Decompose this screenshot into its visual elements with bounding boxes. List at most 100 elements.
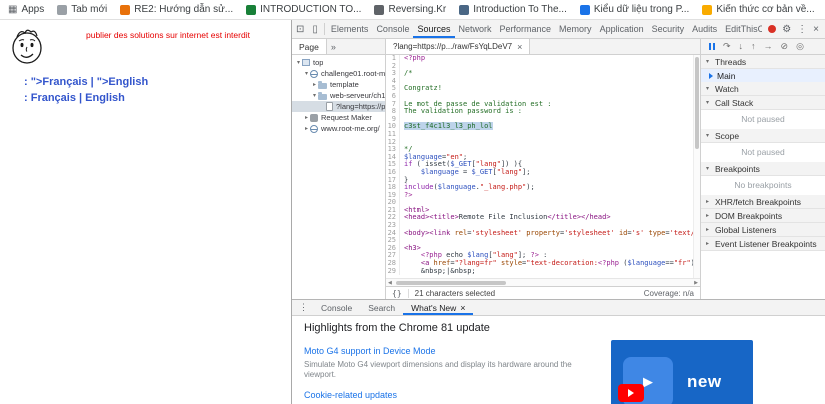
section-arrow-icon: ▸: [706, 240, 712, 247]
whats-new-close-icon[interactable]: ×: [460, 303, 465, 313]
tree-item-web-serveur-ch13[interactable]: ▾web-serveur/ch13: [292, 90, 385, 101]
tree-item-lang-https-pastebin-co[interactable]: ?lang=https://pastebin.co: [292, 101, 385, 112]
code-line-content[interactable]: <?php: [400, 55, 425, 63]
section-label: XHR/fetch Breakpoints: [715, 197, 801, 207]
devtools-close-icon[interactable]: ×: [813, 24, 819, 35]
whats-new-panel: Highlights from the Chrome 81 update Mot…: [292, 316, 825, 404]
thread-item-main[interactable]: Main: [701, 69, 825, 82]
code-line-content[interactable]: [400, 131, 404, 139]
section-arrow-icon: ▸: [706, 226, 712, 233]
scroll-right-icon[interactable]: ▶: [692, 280, 700, 286]
bookmark-item[interactable]: RE2: Hướng dẫn sử...: [120, 4, 233, 15]
code-line-content[interactable]: &nbsp;|&nbsp;: [400, 268, 476, 276]
navigator-tab-page[interactable]: Page: [292, 39, 327, 54]
devtools-tab-memory[interactable]: Memory: [555, 20, 596, 38]
code-line-content[interactable]: <head><title>Remote File Inclusion</titl…: [400, 214, 611, 222]
scroll-left-icon[interactable]: ◀: [386, 280, 394, 286]
file-tab[interactable]: ?lang=https://p.../raw/FsYqLDeV7 ×: [386, 39, 530, 54]
section-header-breakpoints[interactable]: ▾Breakpoints: [701, 162, 825, 176]
apps-shortcut[interactable]: ▦ Apps: [8, 4, 44, 15]
language-links-line1[interactable]: : ">Français | ">English: [24, 76, 148, 88]
tree-arrow-icon: ▸: [303, 125, 310, 132]
code-line-content[interactable]: ?>: [400, 192, 412, 200]
section-header-xhr-fetch-breakpoints[interactable]: ▸XHR/fetch Breakpoints: [701, 195, 825, 209]
horizontal-scroll-thumb[interactable]: [396, 281, 506, 285]
section-header-threads[interactable]: ▾Threads: [701, 55, 825, 69]
devtools-tab-performance[interactable]: Performance: [496, 20, 556, 38]
code-line-content[interactable]: $language = $_GET["lang"];: [400, 169, 530, 177]
globe-icon: [310, 70, 318, 78]
step-into-icon[interactable]: ↓: [739, 42, 744, 51]
bookmark-label: Tab mới: [71, 4, 107, 15]
step-icon[interactable]: →: [764, 42, 773, 51]
code-line-content[interactable]: Congratz!: [400, 85, 442, 93]
code-line-content[interactable]: The validation password is :: [400, 108, 522, 116]
pause-on-exceptions-icon[interactable]: ◎: [796, 42, 804, 51]
device-toolbar-icon[interactable]: ▯: [308, 20, 322, 38]
devtools-tab-editthiscookie[interactable]: EditThisCookie: [721, 20, 762, 38]
section-header-dom-breakpoints[interactable]: ▸DOM Breakpoints: [701, 209, 825, 223]
section-header-event-listener-breakpoints[interactable]: ▸Event Listener Breakpoints: [701, 237, 825, 251]
bookmark-item[interactable]: Introduction To The...: [459, 4, 567, 15]
drawer-menu-icon[interactable]: ⋮: [294, 302, 313, 313]
devtools-tab-elements[interactable]: Elements: [327, 20, 373, 38]
step-out-icon[interactable]: ↑: [751, 42, 756, 51]
editor-vertical-scrollbar[interactable]: [693, 55, 700, 278]
devtools-tab-application[interactable]: Application: [596, 20, 648, 38]
drawer-tab-what-s-new[interactable]: What's New×: [403, 300, 473, 315]
code-line-content[interactable]: c3st_f4c1l3_l3_ph_lol: [400, 123, 493, 131]
section-header-global-listeners[interactable]: ▸Global Listeners: [701, 223, 825, 237]
tree-item-www-root-me-org[interactable]: ▸www.root-me.org/: [292, 123, 385, 134]
inspect-element-icon[interactable]: ⊡: [292, 20, 308, 38]
code-line-content[interactable]: /*: [400, 70, 412, 78]
more-navigator-tabs-icon[interactable]: »: [327, 42, 340, 52]
devtools-drawer: ⋮ ConsoleSearchWhat's New× Highlights fr…: [292, 299, 825, 404]
devtools-tab-sources[interactable]: Sources: [413, 20, 454, 38]
tree-item-top[interactable]: ▾top: [292, 57, 385, 68]
line-number[interactable]: 29: [386, 268, 400, 276]
devtools-tab-security[interactable]: Security: [648, 20, 689, 38]
code-line-content[interactable]: <body><link rel='stylesheet' property='s…: [400, 230, 693, 238]
devtools-menu-icon[interactable]: ⋮: [797, 24, 807, 35]
devtools-tab-audits[interactable]: Audits: [688, 20, 721, 38]
tree-item-request-maker[interactable]: ▸Request Maker: [292, 112, 385, 123]
bookmark-item[interactable]: INTRODUCTION TO...: [246, 4, 361, 15]
vertical-scroll-thumb[interactable]: [695, 57, 699, 149]
section-empty-message: No breakpoints: [701, 176, 825, 195]
bookmark-item[interactable]: Kiểu dữ liệu trong P...: [580, 4, 689, 15]
section-empty-message: Not paused: [701, 110, 825, 129]
code-line: 22<head><title>Remote File Inclusion</ti…: [386, 214, 693, 222]
code-token: );: [526, 183, 534, 191]
settings-gear-icon[interactable]: ⚙: [782, 24, 791, 35]
error-count-badge[interactable]: [768, 25, 776, 33]
code-token: ];: [522, 168, 530, 176]
section-header-watch[interactable]: ▾Watch: [701, 82, 825, 96]
tree-arrow-icon: ▸: [303, 114, 310, 121]
bookmark-item[interactable]: Tab mới: [57, 4, 107, 15]
section-header-scope[interactable]: ▾Scope: [701, 129, 825, 143]
pause-icon[interactable]: [709, 43, 715, 50]
whats-new-video-thumbnail[interactable]: ▶ new: [611, 340, 753, 404]
language-links-line2[interactable]: : Français | English: [24, 92, 125, 104]
devtools-toolbar: ⊡ ▯ ElementsConsoleSourcesNetworkPerform…: [292, 20, 825, 39]
deactivate-breakpoints-icon[interactable]: ⊘: [781, 42, 789, 51]
tree-item-template[interactable]: ▸template: [292, 79, 385, 90]
bookmark-item[interactable]: Reversing.Kr: [374, 4, 446, 15]
tree-item-challenge01-root-me-org[interactable]: ▾challenge01.root-me.org: [292, 68, 385, 79]
code-line-content[interactable]: include($language."_lang.php");: [400, 184, 535, 192]
tree-item-label: challenge01.root-me.org: [321, 69, 385, 78]
pretty-print-icon[interactable]: {}: [392, 289, 402, 298]
bookmark-item[interactable]: Kiến thức cơ bản về...: [702, 4, 814, 15]
code-editor[interactable]: 1<?php23/*45Congratz!67Le mot de passe d…: [386, 55, 693, 278]
file-tab-close-icon[interactable]: ×: [517, 42, 522, 52]
section-header-call-stack[interactable]: ▾Call Stack: [701, 96, 825, 110]
step-over-icon[interactable]: ↷: [723, 42, 731, 51]
browser-window: ▦ Apps Tab mới RE2: Hướng dẫn sử... INTROD…: [0, 0, 825, 404]
whats-new-link[interactable]: Cookie-related updates: [304, 390, 397, 400]
drawer-tab-console[interactable]: Console: [313, 300, 360, 315]
editor-horizontal-scrollbar[interactable]: ◀ ▶: [386, 278, 700, 286]
whats-new-link[interactable]: Moto G4 support in Device Mode: [304, 346, 436, 356]
devtools-tab-network[interactable]: Network: [455, 20, 496, 38]
devtools-tab-console[interactable]: Console: [372, 20, 413, 38]
drawer-tab-search[interactable]: Search: [360, 300, 403, 315]
